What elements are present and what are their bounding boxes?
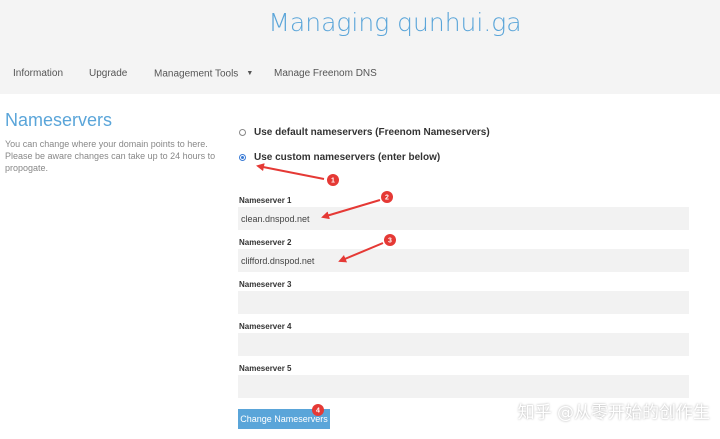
nameserver-1-input[interactable] xyxy=(238,207,689,230)
nameserver-4-label: Nameserver 4 xyxy=(239,322,292,331)
nameserver-3-label: Nameserver 3 xyxy=(239,280,292,289)
nameserver-1-label: Nameserver 1 xyxy=(239,196,292,205)
nav-information[interactable]: Information xyxy=(13,66,63,82)
option-custom-nameservers[interactable]: Use custom nameservers (enter below) xyxy=(239,149,440,165)
nameserver-5-label: Nameserver 5 xyxy=(239,364,292,373)
caret-down-icon: ▼ xyxy=(246,70,254,77)
annotation-badge-2: 2 xyxy=(381,191,393,203)
nameserver-2-label: Nameserver 2 xyxy=(239,238,292,247)
nav-upgrade[interactable]: Upgrade xyxy=(89,66,127,82)
page-title: Managing qunhui.ga xyxy=(268,8,522,37)
section-description: You can change where your domain points … xyxy=(5,139,216,173)
annotation-arrow-1 xyxy=(256,163,325,180)
radio-default[interactable] xyxy=(239,128,246,136)
watermark: 知乎 @从零开始的创作生 xyxy=(517,403,710,423)
annotation-badge-1: 1 xyxy=(327,174,339,186)
nameserver-3-input[interactable] xyxy=(238,291,689,314)
option-default-label: Use default nameservers (Freenom Nameser… xyxy=(254,126,490,138)
option-default-nameservers[interactable]: Use default nameservers (Freenom Nameser… xyxy=(239,124,490,140)
change-nameservers-button[interactable]: Change Nameservers xyxy=(238,409,330,429)
header-bar: Managing qunhui.ga Information Upgrade M… xyxy=(0,0,720,94)
annotation-badge-1-text: 1 xyxy=(331,178,335,185)
nameserver-5-input[interactable] xyxy=(238,375,689,398)
section-title: Nameservers xyxy=(5,110,113,130)
nameserver-2-input[interactable] xyxy=(238,249,689,272)
radio-custom[interactable] xyxy=(239,153,246,161)
annotation-badge-3: 3 xyxy=(384,234,396,246)
annotation-badge-2-text: 2 xyxy=(385,195,389,202)
option-custom-label: Use custom nameservers (enter below) xyxy=(254,151,441,163)
nav-management-tools-label: Management Tools xyxy=(154,68,239,80)
nav-manage-freenom-dns[interactable]: Manage Freenom DNS xyxy=(274,66,377,82)
nameserver-4-input[interactable] xyxy=(238,333,689,356)
annotation-badge-3-text: 3 xyxy=(388,238,392,245)
nav-management-tools[interactable]: Management Tools ▼ xyxy=(154,66,253,83)
